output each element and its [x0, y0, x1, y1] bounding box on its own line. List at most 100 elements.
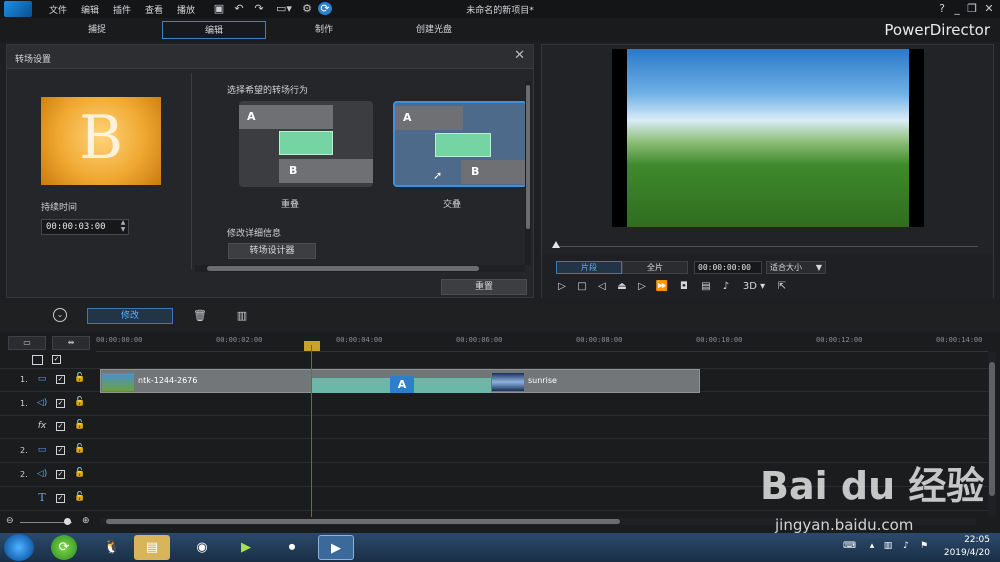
modify-button[interactable]: 修改 — [87, 308, 173, 324]
track-select-all-icon[interactable] — [32, 355, 43, 365]
transition-designer-button[interactable]: 转场设计器 — [228, 243, 316, 259]
preview-scrub-track[interactable] — [554, 246, 978, 247]
timeline-vscroll-thumb[interactable] — [989, 362, 995, 496]
fit-size-select[interactable]: 适合大小 ▼ — [766, 261, 826, 274]
duration-spinner[interactable]: ▲ ▼ — [117, 219, 129, 235]
zoom-out-icon[interactable]: ⊖ — [6, 516, 14, 526]
start-button-icon[interactable] — [4, 534, 34, 561]
timeline-vertical-scrollbar[interactable] — [988, 352, 996, 516]
timeline-zoom-slider[interactable]: ⊖ ⊕ — [6, 516, 94, 528]
tab-edit[interactable]: 编辑 — [162, 21, 266, 39]
panel-horizontal-scrollbar[interactable] — [195, 265, 525, 272]
next-frame-icon[interactable]: ▷ — [634, 280, 650, 294]
menu-plugins[interactable]: 插件 — [113, 3, 131, 16]
panel-vertical-scrollbar[interactable] — [525, 81, 531, 265]
3d-toggle[interactable]: 3D ▾ — [740, 280, 768, 294]
volume-icon[interactable]: ♪ — [718, 280, 734, 294]
menu-view[interactable]: 查看 — [145, 3, 163, 16]
stop-icon[interactable]: □ — [574, 280, 590, 294]
volume-tray-icon[interactable]: ♪ — [900, 540, 912, 552]
lock-icon[interactable]: 🔓 — [74, 373, 85, 383]
edit-list-icon[interactable]: ▥ — [234, 308, 250, 324]
lock-icon[interactable]: 🔓 — [74, 468, 85, 478]
track-check-all[interactable]: ✓ — [52, 355, 61, 364]
help-button[interactable]: ? — [935, 2, 949, 15]
minimize-icon[interactable]: _ — [950, 2, 964, 15]
duration-field[interactable]: 00:00:03:00 — [41, 219, 129, 235]
lock-icon[interactable]: 🔓 — [74, 397, 85, 407]
undock-icon[interactable]: ⇱ — [774, 280, 790, 294]
play-icon[interactable]: ▷ — [554, 280, 570, 294]
media-app-icon[interactable]: ▶ — [228, 535, 264, 560]
lock-icon[interactable]: 🔓 — [74, 420, 85, 430]
zoom-knob[interactable] — [64, 518, 71, 525]
track-enable-checkbox[interactable]: ✓ — [56, 422, 65, 431]
keyboard-icon[interactable]: ⌨ — [843, 540, 856, 552]
option-cross[interactable]: A B ➚ — [393, 101, 527, 187]
clock-time[interactable]: 22:05 — [940, 535, 990, 545]
track-enable-checkbox[interactable]: ✓ — [56, 494, 65, 503]
timeline-hscroll-thumb[interactable] — [106, 519, 620, 524]
update-icon[interactable]: ⟳ — [318, 2, 332, 15]
snapshot-icon[interactable]: ◘ — [676, 280, 692, 294]
tray-arrow-icon[interactable]: ▴ — [866, 540, 878, 552]
green-app-icon[interactable]: ⟳ — [51, 535, 77, 560]
playhead-handle[interactable] — [304, 341, 320, 351]
playhead-line[interactable] — [311, 345, 312, 517]
menu-file[interactable]: 文件 — [49, 3, 67, 16]
transition-marker[interactable]: A — [390, 376, 414, 393]
menu-edit[interactable]: 编辑 — [81, 3, 99, 16]
powerdirector-task-icon[interactable]: ▶ — [318, 535, 354, 560]
track-enable-checkbox[interactable]: ✓ — [56, 446, 65, 455]
track-header: 1. ▭ ✓ 🔓 — [4, 369, 92, 392]
tick-label: 00:00:14:00 — [936, 336, 983, 344]
tab-create-disc[interactable]: 创建光盘 — [382, 21, 486, 39]
track-number: 1. — [20, 399, 28, 408]
menu-play[interactable]: 播放 — [177, 3, 195, 16]
lock-icon[interactable]: 🔓 — [74, 444, 85, 454]
track-header: 2. ▭ ✓ 🔓 — [4, 440, 92, 463]
network-icon[interactable]: ▥ — [882, 540, 894, 552]
option-overlap[interactable]: A B — [239, 101, 373, 187]
preview-timecode[interactable]: 00:00:00:00 — [694, 261, 762, 274]
clock-date[interactable]: 2019/4/20 — [930, 548, 990, 558]
reset-button[interactable]: 重置 — [441, 279, 527, 295]
track-manager-icon[interactable]: ▭ — [8, 336, 46, 350]
file-explorer-icon[interactable]: ▤ — [134, 535, 170, 560]
chevron-down-icon[interactable]: ⌄ — [53, 308, 67, 322]
fit-timeline-icon[interactable]: ⇹ — [52, 336, 90, 350]
scrub-head-icon[interactable] — [552, 241, 560, 248]
close-icon[interactable]: ✕ — [982, 2, 996, 15]
restore-icon[interactable]: ❐ — [965, 2, 979, 15]
zoom-in-icon[interactable]: ⊕ — [82, 516, 90, 526]
track-enable-checkbox[interactable]: ✓ — [56, 399, 65, 408]
movie-mode-button[interactable]: 全片 — [622, 261, 688, 274]
save-icon[interactable]: ▣ — [212, 2, 226, 15]
qq-icon[interactable]: 🐧 — [94, 535, 130, 560]
transition-thumbnail: B — [41, 97, 161, 185]
undo-icon[interactable]: ↶ — [232, 2, 246, 15]
previous-frame-icon[interactable]: ◁ — [594, 280, 610, 294]
split-icon[interactable]: ⏏ — [614, 280, 630, 294]
panel-title: 转场设置 — [15, 55, 52, 65]
panel-close-icon[interactable]: ✕ — [514, 48, 525, 63]
aspect-ratio-icon[interactable]: ▭▾ — [272, 2, 296, 15]
firefox-icon[interactable]: ◉ — [184, 535, 220, 560]
action-center-icon[interactable]: ⚑ — [918, 540, 930, 552]
subtitles-icon[interactable]: ▤ — [698, 280, 714, 294]
delete-icon[interactable]: 🗑 — [192, 308, 208, 324]
duration-label: 持续时间 — [41, 203, 78, 213]
track-enable-checkbox[interactable]: ✓ — [56, 470, 65, 479]
tab-capture[interactable]: 捕捉 — [42, 21, 152, 39]
settings-gear-icon[interactable]: ⚙ — [300, 2, 314, 15]
vscroll-thumb[interactable] — [526, 85, 530, 229]
hscroll-thumb[interactable] — [207, 266, 479, 271]
tab-produce[interactable]: 制作 — [272, 21, 376, 39]
track-enable-checkbox[interactable]: ✓ — [56, 375, 65, 384]
lock-icon[interactable]: 🔓 — [74, 492, 85, 502]
clip-mode-button[interactable]: 片段 — [556, 261, 622, 274]
audio-track-icon: ◁) — [36, 398, 48, 408]
redo-icon[interactable]: ↷ — [252, 2, 266, 15]
recorder-icon[interactable]: ⏺ — [274, 535, 310, 560]
fast-forward-icon[interactable]: ⏩ — [654, 280, 670, 294]
